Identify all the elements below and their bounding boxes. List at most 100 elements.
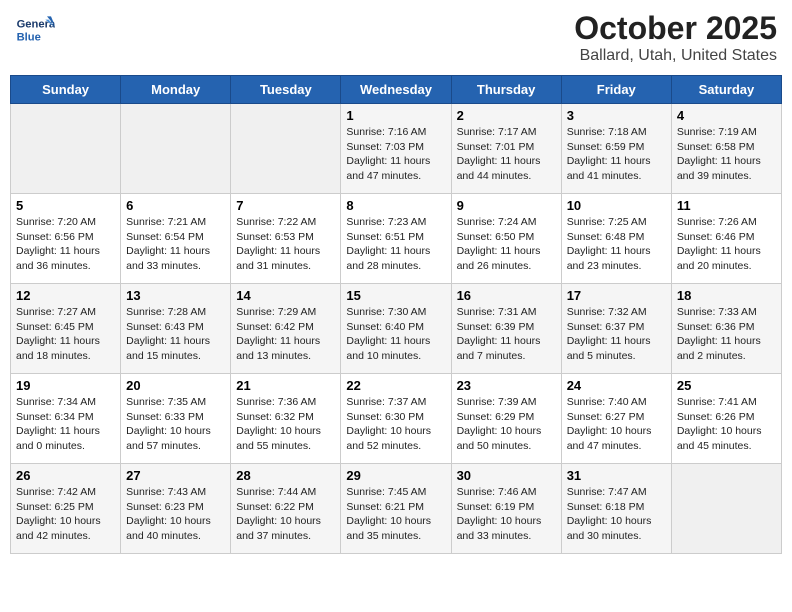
calendar-cell bbox=[671, 464, 781, 554]
title-block: October 2025 Ballard, Utah, United State… bbox=[574, 10, 777, 65]
calendar-table: SundayMondayTuesdayWednesdayThursdayFrid… bbox=[10, 75, 782, 554]
calendar-cell: 10 Sunrise: 7:25 AM Sunset: 6:48 PM Dayli… bbox=[561, 194, 671, 284]
day-info: Sunrise: 7:41 AM Sunset: 6:26 PM Dayligh… bbox=[677, 395, 776, 454]
day-info: Sunrise: 7:16 AM Sunset: 7:03 PM Dayligh… bbox=[346, 125, 445, 184]
calendar-cell: 2 Sunrise: 7:17 AM Sunset: 7:01 PM Daylig… bbox=[451, 104, 561, 194]
day-number: 25 bbox=[677, 378, 776, 393]
calendar-cell bbox=[121, 104, 231, 194]
day-info: Sunrise: 7:39 AM Sunset: 6:29 PM Dayligh… bbox=[457, 395, 556, 454]
day-info: Sunrise: 7:47 AM Sunset: 6:18 PM Dayligh… bbox=[567, 485, 666, 544]
day-number: 4 bbox=[677, 108, 776, 123]
day-info: Sunrise: 7:30 AM Sunset: 6:40 PM Dayligh… bbox=[346, 305, 445, 364]
day-info: Sunrise: 7:17 AM Sunset: 7:01 PM Dayligh… bbox=[457, 125, 556, 184]
day-number: 11 bbox=[677, 198, 776, 213]
day-header-wednesday: Wednesday bbox=[341, 76, 451, 104]
day-number: 5 bbox=[16, 198, 115, 213]
day-info: Sunrise: 7:25 AM Sunset: 6:48 PM Dayligh… bbox=[567, 215, 666, 274]
day-info: Sunrise: 7:33 AM Sunset: 6:36 PM Dayligh… bbox=[677, 305, 776, 364]
calendar-cell: 4 Sunrise: 7:19 AM Sunset: 6:58 PM Daylig… bbox=[671, 104, 781, 194]
calendar-cell: 14 Sunrise: 7:29 AM Sunset: 6:42 PM Dayli… bbox=[231, 284, 341, 374]
svg-text:General: General bbox=[17, 19, 55, 31]
day-info: Sunrise: 7:29 AM Sunset: 6:42 PM Dayligh… bbox=[236, 305, 335, 364]
calendar-cell: 12 Sunrise: 7:27 AM Sunset: 6:45 PM Dayli… bbox=[11, 284, 121, 374]
calendar-cell: 20Sunrise: 7:35 AM Sunset: 6:33 PM Dayli… bbox=[121, 374, 231, 464]
day-number: 28 bbox=[236, 468, 335, 483]
calendar-cell bbox=[11, 104, 121, 194]
day-number: 14 bbox=[236, 288, 335, 303]
calendar-cell: 30 Sunrise: 7:46 AM Sunset: 6:19 PM Dayli… bbox=[451, 464, 561, 554]
day-number: 10 bbox=[567, 198, 666, 213]
calendar-cell: 16Sunrise: 7:31 AM Sunset: 6:39 PM Dayli… bbox=[451, 284, 561, 374]
calendar-cell: 31 Sunrise: 7:47 AM Sunset: 6:18 PM Dayli… bbox=[561, 464, 671, 554]
day-number: 18 bbox=[677, 288, 776, 303]
day-info: Sunrise: 7:22 AM Sunset: 6:53 PM Dayligh… bbox=[236, 215, 335, 274]
calendar-cell: 23Sunrise: 7:39 AM Sunset: 6:29 PM Dayli… bbox=[451, 374, 561, 464]
calendar-cell: 3 Sunrise: 7:18 AM Sunset: 6:59 PM Daylig… bbox=[561, 104, 671, 194]
calendar-cell: 11 Sunrise: 7:26 AM Sunset: 6:46 PM Dayli… bbox=[671, 194, 781, 284]
calendar-cell: 26Sunrise: 7:42 AM Sunset: 6:25 PM Dayli… bbox=[11, 464, 121, 554]
calendar-cell: 7 Sunrise: 7:22 AM Sunset: 6:53 PM Daylig… bbox=[231, 194, 341, 284]
calendar-cell: 25 Sunrise: 7:41 AM Sunset: 6:26 PM Dayli… bbox=[671, 374, 781, 464]
day-info: Sunrise: 7:43 AM Sunset: 6:23 PM Dayligh… bbox=[126, 485, 225, 544]
day-info: Sunrise: 7:27 AM Sunset: 6:45 PM Dayligh… bbox=[16, 305, 115, 364]
calendar-cell: 29 Sunrise: 7:45 AM Sunset: 6:21 PM Dayli… bbox=[341, 464, 451, 554]
day-info: Sunrise: 7:18 AM Sunset: 6:59 PM Dayligh… bbox=[567, 125, 666, 184]
day-number: 27 bbox=[126, 468, 225, 483]
day-number: 15 bbox=[346, 288, 445, 303]
day-info: Sunrise: 7:20 AM Sunset: 6:56 PM Dayligh… bbox=[16, 215, 115, 274]
day-number: 19 bbox=[16, 378, 115, 393]
calendar-cell: 17Sunrise: 7:32 AM Sunset: 6:37 PM Dayli… bbox=[561, 284, 671, 374]
day-number: 16 bbox=[457, 288, 556, 303]
calendar-cell: 18 Sunrise: 7:33 AM Sunset: 6:36 PM Dayli… bbox=[671, 284, 781, 374]
svg-text:Blue: Blue bbox=[17, 31, 41, 43]
day-info: Sunrise: 7:35 AM Sunset: 6:33 PM Dayligh… bbox=[126, 395, 225, 454]
day-number: 2 bbox=[457, 108, 556, 123]
day-number: 30 bbox=[457, 468, 556, 483]
day-header-tuesday: Tuesday bbox=[231, 76, 341, 104]
day-number: 1 bbox=[346, 108, 445, 123]
calendar-cell: 6Sunrise: 7:21 AM Sunset: 6:54 PM Daylig… bbox=[121, 194, 231, 284]
day-info: Sunrise: 7:24 AM Sunset: 6:50 PM Dayligh… bbox=[457, 215, 556, 274]
calendar-cell: 5 Sunrise: 7:20 AM Sunset: 6:56 PM Daylig… bbox=[11, 194, 121, 284]
day-header-monday: Monday bbox=[121, 76, 231, 104]
day-info: Sunrise: 7:46 AM Sunset: 6:19 PM Dayligh… bbox=[457, 485, 556, 544]
day-number: 9 bbox=[457, 198, 556, 213]
calendar-cell: 27 Sunrise: 7:43 AM Sunset: 6:23 PM Dayli… bbox=[121, 464, 231, 554]
page-subtitle: Ballard, Utah, United States bbox=[574, 47, 777, 65]
day-number: 29 bbox=[346, 468, 445, 483]
day-info: Sunrise: 7:44 AM Sunset: 6:22 PM Dayligh… bbox=[236, 485, 335, 544]
day-number: 26 bbox=[16, 468, 115, 483]
day-number: 7 bbox=[236, 198, 335, 213]
day-info: Sunrise: 7:23 AM Sunset: 6:51 PM Dayligh… bbox=[346, 215, 445, 274]
day-number: 31 bbox=[567, 468, 666, 483]
logo: General Blue bbox=[15, 10, 59, 50]
day-info: Sunrise: 7:45 AM Sunset: 6:21 PM Dayligh… bbox=[346, 485, 445, 544]
day-number: 3 bbox=[567, 108, 666, 123]
page-title: October 2025 bbox=[574, 10, 777, 47]
day-info: Sunrise: 7:36 AM Sunset: 6:32 PM Dayligh… bbox=[236, 395, 335, 454]
day-number: 13 bbox=[126, 288, 225, 303]
day-info: Sunrise: 7:19 AM Sunset: 6:58 PM Dayligh… bbox=[677, 125, 776, 184]
calendar-cell: 1 Sunrise: 7:16 AM Sunset: 7:03 PM Daylig… bbox=[341, 104, 451, 194]
day-number: 17 bbox=[567, 288, 666, 303]
day-header-sunday: Sunday bbox=[11, 76, 121, 104]
calendar-cell: 13Sunrise: 7:28 AM Sunset: 6:43 PM Dayli… bbox=[121, 284, 231, 374]
day-number: 6 bbox=[126, 198, 225, 213]
day-header-thursday: Thursday bbox=[451, 76, 561, 104]
page-header: General Blue October 2025 Ballard, Utah,… bbox=[10, 10, 782, 65]
calendar-cell: 8 Sunrise: 7:23 AM Sunset: 6:51 PM Daylig… bbox=[341, 194, 451, 284]
day-header-saturday: Saturday bbox=[671, 76, 781, 104]
day-info: Sunrise: 7:40 AM Sunset: 6:27 PM Dayligh… bbox=[567, 395, 666, 454]
day-info: Sunrise: 7:37 AM Sunset: 6:30 PM Dayligh… bbox=[346, 395, 445, 454]
day-number: 12 bbox=[16, 288, 115, 303]
day-info: Sunrise: 7:26 AM Sunset: 6:46 PM Dayligh… bbox=[677, 215, 776, 274]
calendar-cell: 19 Sunrise: 7:34 AM Sunset: 6:34 PM Dayli… bbox=[11, 374, 121, 464]
calendar-cell: 24 Sunrise: 7:40 AM Sunset: 6:27 PM Dayli… bbox=[561, 374, 671, 464]
day-number: 8 bbox=[346, 198, 445, 213]
calendar-cell: 22Sunrise: 7:37 AM Sunset: 6:30 PM Dayli… bbox=[341, 374, 451, 464]
calendar-cell: 15 Sunrise: 7:30 AM Sunset: 6:40 PM Dayli… bbox=[341, 284, 451, 374]
day-info: Sunrise: 7:34 AM Sunset: 6:34 PM Dayligh… bbox=[16, 395, 115, 454]
day-number: 24 bbox=[567, 378, 666, 393]
calendar-cell: 9 Sunrise: 7:24 AM Sunset: 6:50 PM Daylig… bbox=[451, 194, 561, 284]
calendar-cell bbox=[231, 104, 341, 194]
